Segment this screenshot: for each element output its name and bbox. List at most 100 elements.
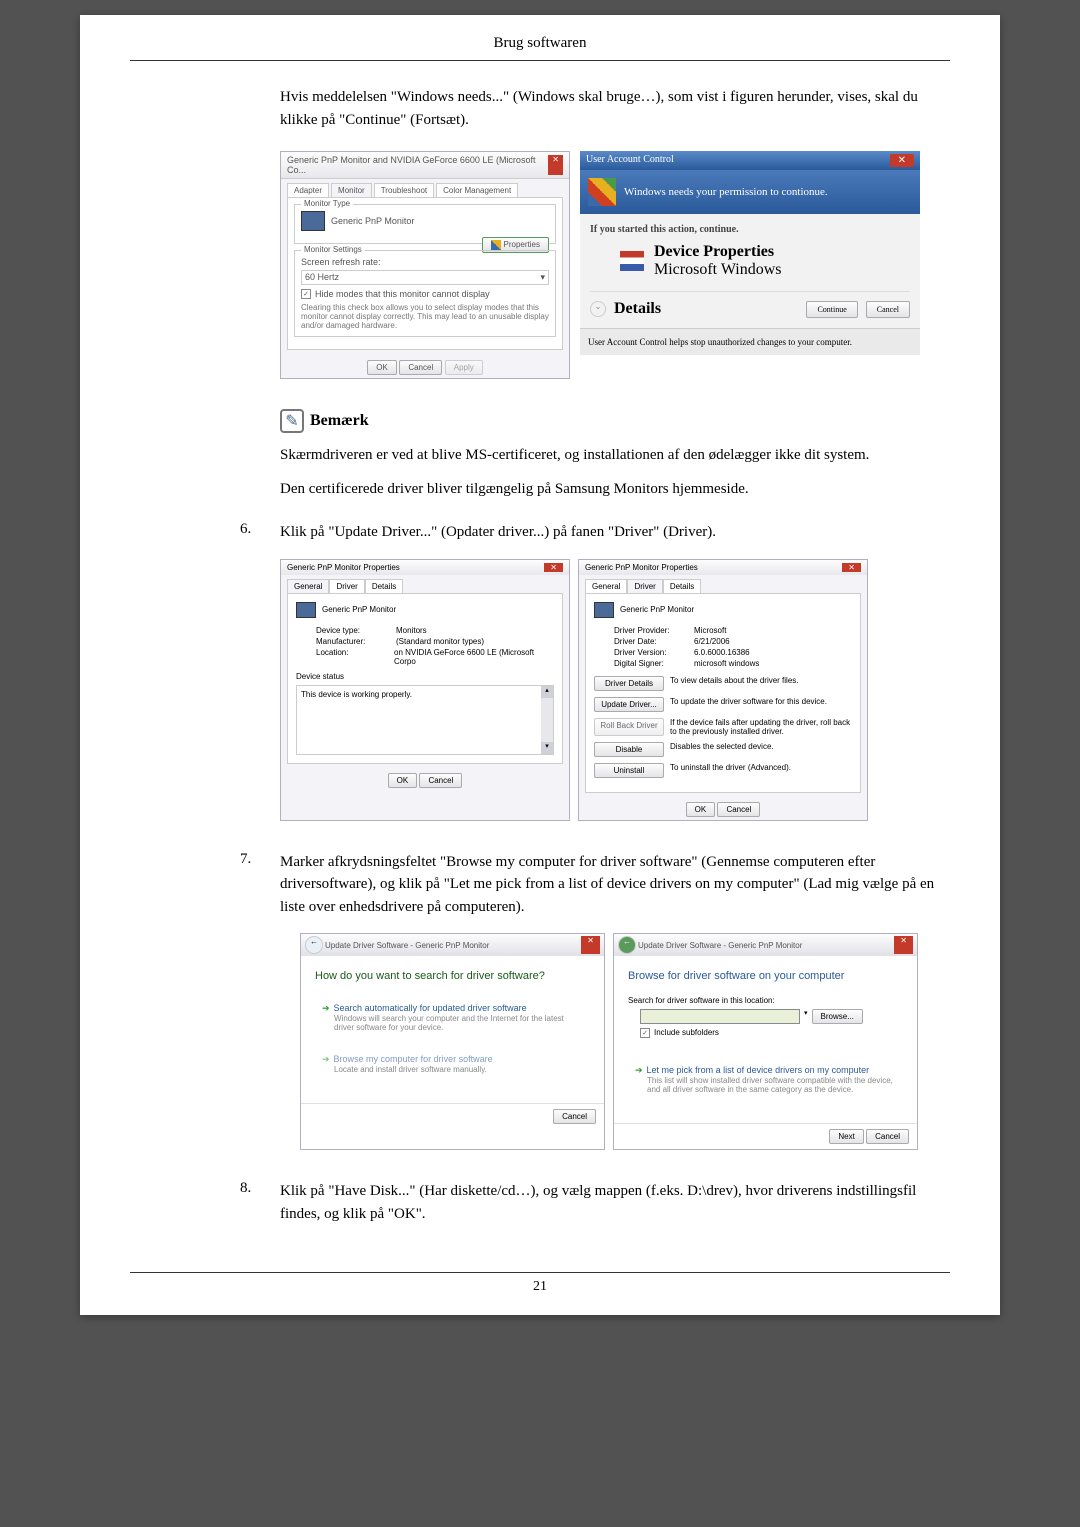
- option-browse[interactable]: ➔Browse my computer for driver software: [322, 1054, 583, 1065]
- date-value: 6/21/2006: [694, 637, 730, 646]
- rollback-desc: If the device fails after updating the d…: [670, 718, 852, 736]
- include-subfolders-checkbox[interactable]: ✓: [640, 1028, 650, 1038]
- refresh-rate-dropdown[interactable]: 60 Hertz ▾: [301, 270, 549, 285]
- tab-details[interactable]: Details: [365, 579, 403, 593]
- manufacturer-value: (Standard monitor types): [396, 637, 484, 646]
- hide-modes-label: Hide modes that this monitor cannot disp…: [315, 289, 490, 299]
- disable-button[interactable]: Disable: [594, 742, 664, 757]
- next-button[interactable]: Next: [829, 1129, 863, 1144]
- tab-general[interactable]: General: [287, 579, 329, 593]
- tab-monitor[interactable]: Monitor: [331, 183, 372, 197]
- location-label: Location:: [316, 648, 394, 666]
- uac-shield-icon: [588, 178, 616, 206]
- scroll-down-icon[interactable]: ▾: [541, 742, 553, 754]
- wizard-path: Update Driver Software - Generic PnP Mon…: [325, 941, 489, 950]
- step-number-7: 7.: [240, 851, 280, 919]
- note-line-1: Skærmdriveren er ved at blive MS-certifi…: [280, 443, 950, 467]
- details-label[interactable]: Details: [614, 300, 798, 318]
- device-type-value: Monitors: [396, 626, 427, 635]
- close-icon[interactable]: ✕: [842, 563, 861, 572]
- page-header: Brug softwaren: [130, 35, 950, 61]
- cancel-button[interactable]: Cancel: [419, 773, 462, 788]
- intro-paragraph: Hvis meddelelsen "Windows needs..." (Win…: [280, 86, 950, 131]
- dialog-title: Generic PnP Monitor Properties: [287, 563, 400, 572]
- hide-modes-description: Clearing this check box allows you to se…: [301, 303, 549, 330]
- option-pick-list[interactable]: ➔Let me pick from a list of device drive…: [635, 1065, 896, 1076]
- cancel-button[interactable]: Cancel: [553, 1109, 596, 1124]
- monitor-icon: [296, 602, 316, 618]
- monitor-icon: [594, 602, 614, 618]
- tab-general[interactable]: General: [585, 579, 627, 593]
- monitor-name: Generic PnP Monitor: [331, 216, 414, 226]
- close-icon[interactable]: ✕: [548, 155, 563, 175]
- wizard-path: Update Driver Software - Generic PnP Mon…: [638, 941, 802, 950]
- update-driver-desc: To update the driver software for this d…: [670, 697, 852, 712]
- tab-details[interactable]: Details: [663, 579, 701, 593]
- ok-button[interactable]: OK: [686, 802, 716, 817]
- cancel-button[interactable]: Cancel: [866, 1129, 909, 1144]
- note-icon: ✎: [280, 409, 304, 433]
- tab-adapter[interactable]: Adapter: [287, 183, 329, 197]
- tab-color-management[interactable]: Color Management: [436, 183, 518, 197]
- chevron-down-icon[interactable]: ▾: [804, 1009, 808, 1024]
- tab-driver[interactable]: Driver: [329, 579, 364, 593]
- uac-footer-text: User Account Control helps stop unauthor…: [580, 328, 920, 355]
- close-icon[interactable]: ✕: [544, 563, 563, 572]
- scrollbar[interactable]: ▴ ▾: [541, 686, 553, 754]
- chevron-down-icon[interactable]: ⌄: [590, 301, 606, 317]
- uninstall-button[interactable]: Uninstall: [594, 763, 664, 778]
- signer-label: Digital Signer:: [614, 659, 694, 668]
- browse-button[interactable]: Browse...: [812, 1009, 863, 1024]
- cancel-button[interactable]: Cancel: [866, 301, 910, 318]
- location-input[interactable]: [640, 1009, 800, 1024]
- update-driver-button[interactable]: Update Driver...: [594, 697, 664, 712]
- tab-bar: Adapter Monitor Troubleshoot Color Manag…: [281, 179, 569, 197]
- dialog-title: Generic PnP Monitor Properties: [585, 563, 698, 572]
- close-icon[interactable]: ✕: [894, 936, 913, 954]
- uninstall-desc: To uninstall the driver (Advanced).: [670, 763, 852, 778]
- step-number-8: 8.: [240, 1180, 280, 1225]
- update-driver-wizard-1: ← Update Driver Software - Generic PnP M…: [300, 933, 605, 1150]
- cancel-button[interactable]: Cancel: [717, 802, 760, 817]
- device-properties-label: Device Properties: [654, 243, 782, 261]
- device-name: Generic PnP Monitor: [620, 605, 694, 614]
- driver-details-button[interactable]: Driver Details: [594, 676, 664, 691]
- tab-driver[interactable]: Driver: [627, 579, 662, 593]
- version-value: 6.0.6000.16386: [694, 648, 750, 657]
- step-text-8: Klik på "Have Disk..." (Har diskette/cd……: [280, 1180, 950, 1225]
- option-browse-desc: Locate and install driver software manua…: [334, 1065, 583, 1074]
- refresh-rate-label: Screen refresh rate:: [301, 257, 549, 267]
- provider-label: Driver Provider:: [614, 626, 694, 635]
- date-label: Driver Date:: [614, 637, 694, 646]
- back-button[interactable]: ←: [305, 936, 323, 954]
- device-type-label: Device type:: [316, 626, 396, 635]
- note-title: Bemærk: [310, 412, 369, 430]
- search-location-label: Search for driver software in this locat…: [628, 996, 903, 1005]
- close-icon[interactable]: ✕: [581, 936, 600, 954]
- device-status-label: Device status: [296, 672, 554, 681]
- hide-modes-checkbox[interactable]: ✓: [301, 289, 311, 299]
- option-auto-desc: Windows will search your computer and th…: [334, 1014, 583, 1032]
- cancel-button[interactable]: Cancel: [399, 360, 442, 375]
- option-auto-search[interactable]: ➔Search automatically for updated driver…: [322, 1003, 583, 1014]
- rollback-button[interactable]: Roll Back Driver: [594, 718, 664, 736]
- page-number: 21: [130, 1272, 950, 1295]
- arrow-icon: ➔: [322, 1003, 330, 1014]
- tab-troubleshoot[interactable]: Troubleshoot: [374, 183, 434, 197]
- device-name: Generic PnP Monitor: [322, 605, 396, 614]
- apply-button[interactable]: Apply: [445, 360, 483, 375]
- version-label: Driver Version:: [614, 648, 694, 657]
- scroll-up-icon[interactable]: ▴: [541, 686, 553, 698]
- update-driver-wizard-2: ← Update Driver Software - Generic PnP M…: [613, 933, 918, 1150]
- close-icon[interactable]: ✕: [890, 154, 914, 167]
- provider-value: Microsoft: [694, 626, 726, 635]
- continue-button[interactable]: Continue: [806, 301, 857, 318]
- back-button[interactable]: ←: [618, 936, 636, 954]
- uac-title: User Account Control: [586, 154, 674, 167]
- ok-button[interactable]: OK: [388, 773, 418, 788]
- dialog-title: Generic PnP Monitor and NVIDIA GeForce 6…: [287, 155, 548, 175]
- ok-button[interactable]: OK: [367, 360, 397, 375]
- device-properties-general: Generic PnP Monitor Properties ✕ General…: [280, 559, 570, 821]
- uac-dialog: User Account Control ✕ Windows needs you…: [580, 151, 920, 355]
- monitor-icon: [301, 211, 325, 231]
